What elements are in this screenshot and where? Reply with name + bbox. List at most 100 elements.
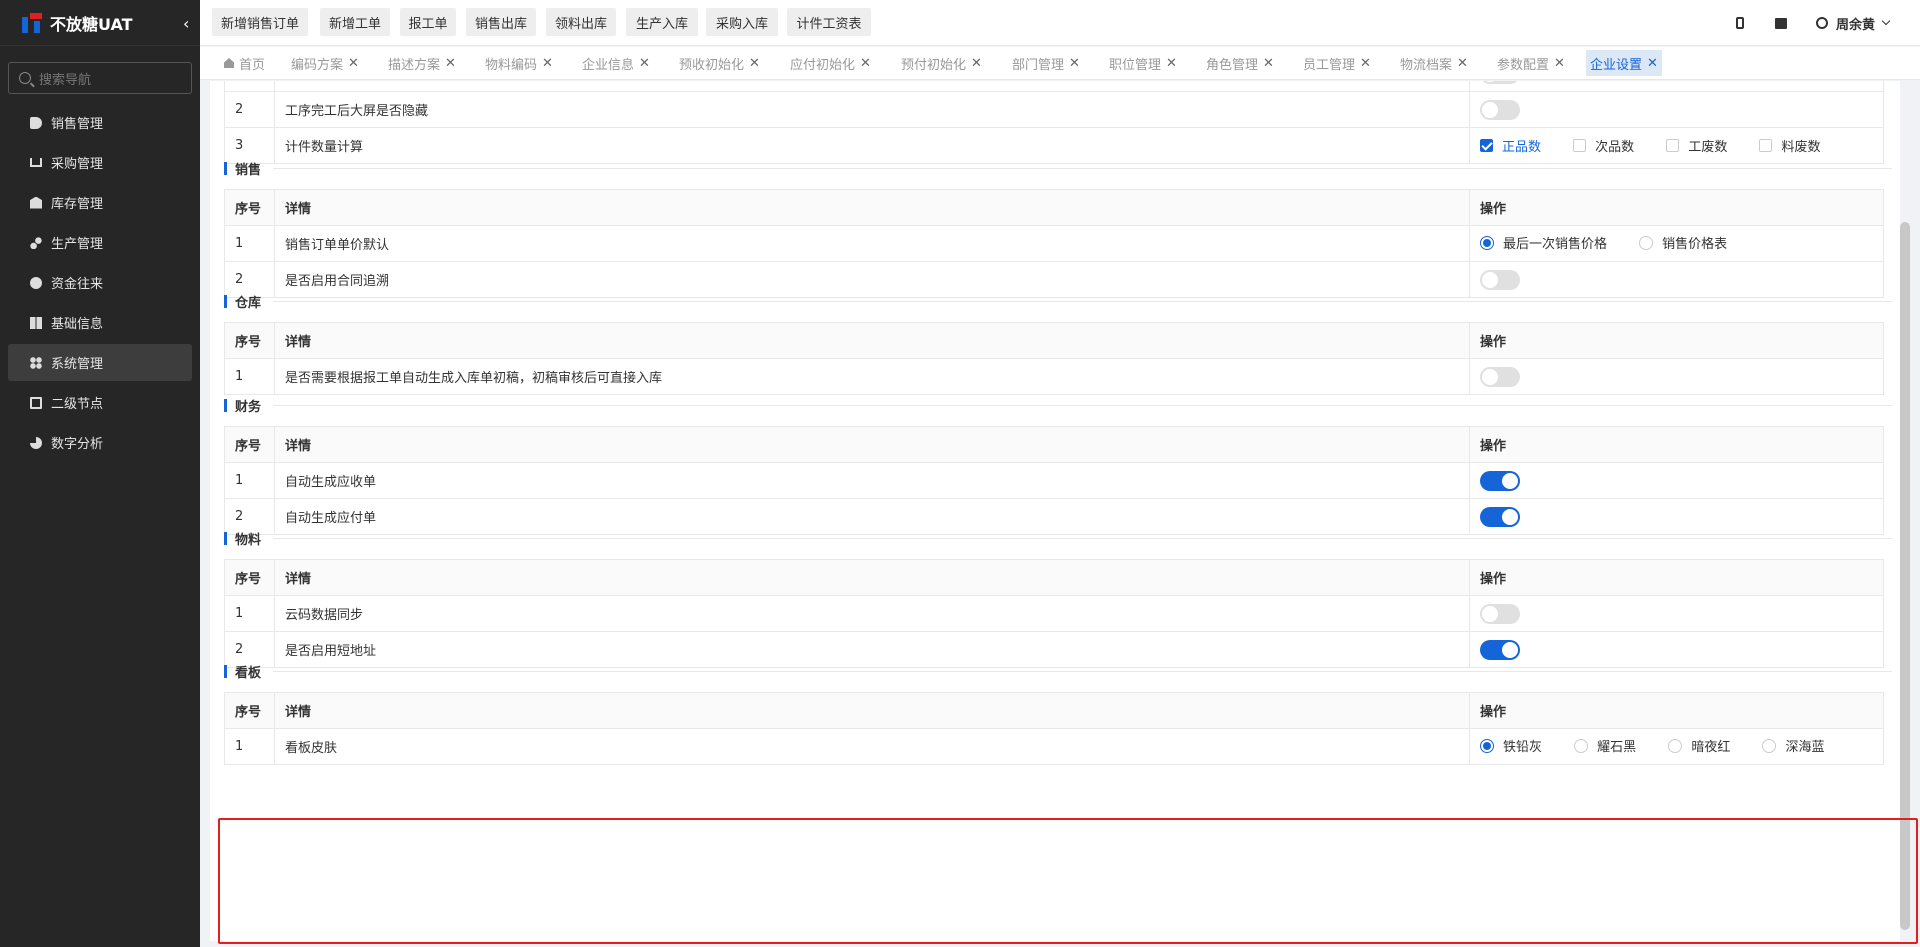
sidebar-item-purchase[interactable]: 采购管理: [8, 144, 192, 181]
table-header: 序号 详情 操作: [224, 559, 1884, 596]
tab-payable-init[interactable]: 应付初始化 ✕: [786, 50, 875, 76]
grid-icon: [30, 316, 42, 329]
user-avatar-icon: [1816, 17, 1828, 29]
toggle-switch[interactable]: [1480, 603, 1520, 624]
close-icon[interactable]: ✕: [860, 56, 871, 71]
sidebar-item-system[interactable]: 系统管理: [8, 344, 192, 381]
section-warehouse: 仓库: [224, 292, 1892, 311]
nav-search-input[interactable]: 搜索导航: [8, 62, 192, 94]
tab-logistics[interactable]: 物流档案 ✕: [1396, 50, 1472, 76]
sidebar-item-analytics[interactable]: 数字分析: [8, 424, 192, 461]
tab-role[interactable]: 角色管理 ✕: [1202, 50, 1278, 76]
quick-new-work-order-button[interactable]: 新增工单: [320, 8, 390, 36]
tab-code-scheme[interactable]: 编码方案 ✕: [287, 50, 363, 76]
warehouse-icon: [30, 196, 42, 209]
work-order-table: 1工单是否需要确认 2工序完工后大屏是否隐藏 3计件数量计算 正品数 次品数 工…: [224, 81, 1884, 164]
sidebar: 不放糖UAT ‹ 搜索导航 销售管理 采购管理 库存管理 生产管理 资金往来 基…: [0, 0, 200, 947]
toggle-switch[interactable]: [1480, 470, 1520, 491]
warehouse-table: 序号 详情 操作 1 是否需要根据报工单自动生成入库单初稿，初稿审核后可直接入库: [224, 322, 1884, 395]
toggle-switch[interactable]: [1480, 99, 1520, 120]
close-icon[interactable]: ✕: [542, 56, 553, 71]
radio-last-sale-price[interactable]: 最后一次销售价格: [1480, 233, 1607, 252]
sidebar-item-inventory[interactable]: 库存管理: [8, 184, 192, 221]
material-table: 序号 详情 操作 1 云码数据同步 2 是否启用短地址: [224, 559, 1884, 668]
tab-prepaid-receipt-init[interactable]: 预收初始化 ✕: [675, 50, 764, 76]
table-header: 序号 详情 操作: [224, 189, 1884, 226]
collapse-sidebar-icon[interactable]: ‹: [183, 14, 189, 33]
tab-employee[interactable]: 员工管理 ✕: [1299, 50, 1375, 76]
radio-skin-iron-gray[interactable]: 铁铅灰: [1480, 736, 1542, 755]
nav-search-placeholder: 搜索导航: [39, 72, 92, 88]
mobile-icon[interactable]: [1736, 0, 1744, 46]
top-toolbar: 新增销售订单 新增工单 报工单 销售出库 领料出库 生产入库 采购入库 计件工资…: [200, 0, 1920, 46]
checkbox-defect-qty[interactable]: 次品数: [1573, 136, 1634, 155]
close-icon[interactable]: ✕: [971, 56, 982, 71]
sales-table: 序号 详情 操作 1 销售订单单价默认 最后一次销售价格 销售价格表 2 是否启用合同追…: [224, 189, 1884, 298]
chevron-down-icon: [1881, 16, 1891, 26]
quick-production-in-button[interactable]: 生产入库: [626, 8, 698, 36]
radio-skin-deep-blue[interactable]: 深海蓝: [1762, 736, 1824, 755]
sidebar-item-funds[interactable]: 资金往来: [8, 264, 192, 301]
logo-icon: [20, 11, 44, 35]
close-icon[interactable]: ✕: [445, 56, 456, 71]
radio-skin-obsidian-black[interactable]: 耀石黑: [1574, 736, 1636, 755]
tag-icon: [30, 116, 42, 129]
sidebar-item-basic-info[interactable]: 基础信息: [8, 304, 192, 341]
tab-home[interactable]: 首页: [220, 50, 269, 76]
checkbox-good-qty[interactable]: 正品数: [1480, 136, 1541, 155]
tab-position[interactable]: 职位管理 ✕: [1105, 50, 1181, 76]
cart-icon: [30, 158, 42, 167]
close-icon[interactable]: ✕: [1647, 56, 1658, 71]
app-title: 不放糖UAT: [50, 14, 133, 34]
table-row: 1 是否需要根据报工单自动生成入库单初稿，初稿审核后可直接入库: [224, 358, 1884, 395]
close-icon[interactable]: ✕: [348, 56, 359, 71]
close-icon[interactable]: ✕: [1457, 56, 1468, 71]
tab-department[interactable]: 部门管理 ✕: [1008, 50, 1084, 76]
close-icon[interactable]: ✕: [1554, 56, 1565, 71]
user-menu[interactable]: 周余黄: [1816, 0, 1891, 46]
close-icon[interactable]: ✕: [1360, 56, 1371, 71]
table-header: 序号 详情 操作: [224, 426, 1884, 463]
tab-desc-scheme[interactable]: 描述方案 ✕: [384, 50, 460, 76]
table-header: 序号 详情 操作: [224, 692, 1884, 729]
chart-icon[interactable]: [1775, 0, 1787, 46]
close-icon[interactable]: ✕: [1263, 56, 1274, 71]
checkbox-process-waste[interactable]: 工废数: [1666, 136, 1727, 155]
checkbox-material-waste[interactable]: 料废数: [1759, 136, 1820, 155]
radio-price-list[interactable]: 销售价格表: [1639, 233, 1727, 252]
toggle-switch[interactable]: [1480, 639, 1520, 660]
toggle-switch[interactable]: [1480, 366, 1520, 387]
sidebar-item-production[interactable]: 生产管理: [8, 224, 192, 261]
quick-material-out-button[interactable]: 领料出库: [546, 8, 616, 36]
close-icon[interactable]: ✕: [639, 56, 650, 71]
quick-piece-wage-button[interactable]: 计件工资表: [787, 8, 871, 36]
section-material: 物料: [224, 529, 1892, 548]
vertical-scrollbar[interactable]: [1900, 222, 1910, 930]
pie-icon: [30, 436, 42, 449]
money-icon: [30, 276, 42, 289]
doc-icon: [30, 396, 42, 409]
tab-params[interactable]: 参数配置 ✕: [1493, 50, 1569, 76]
tab-prepayment-init[interactable]: 预付初始化 ✕: [897, 50, 986, 76]
toggle-switch[interactable]: [1480, 506, 1520, 527]
quick-sales-out-button[interactable]: 销售出库: [466, 8, 536, 36]
sidebar-item-sales[interactable]: 销售管理: [8, 104, 192, 141]
quick-purchase-in-button[interactable]: 采购入库: [706, 8, 778, 36]
settings-panel[interactable]: 1工单是否需要确认 2工序完工后大屏是否隐藏 3计件数量计算 正品数 次品数 工…: [210, 81, 1900, 941]
sidebar-item-secondary[interactable]: 二级节点: [8, 384, 192, 421]
quick-report-button[interactable]: 报工单: [400, 8, 456, 36]
toggle-switch[interactable]: [1480, 269, 1520, 290]
close-icon[interactable]: ✕: [749, 56, 760, 71]
close-icon[interactable]: ✕: [1166, 56, 1177, 71]
user-name: 周余黄: [1836, 17, 1876, 33]
toggle-switch[interactable]: [1480, 81, 1520, 84]
tab-company-settings[interactable]: 企业设置 ✕: [1586, 50, 1662, 76]
section-board: 看板: [224, 662, 1892, 681]
tab-company-info[interactable]: 企业信息 ✕: [578, 50, 654, 76]
table-row: 1 云码数据同步: [224, 595, 1884, 632]
quick-new-sales-order-button[interactable]: 新增销售订单: [212, 8, 308, 36]
table-row: 1 销售订单单价默认 最后一次销售价格 销售价格表: [224, 225, 1884, 262]
tab-material-code[interactable]: 物料编码 ✕: [481, 50, 557, 76]
close-icon[interactable]: ✕: [1069, 56, 1080, 71]
radio-skin-dark-red[interactable]: 暗夜红: [1668, 736, 1730, 755]
